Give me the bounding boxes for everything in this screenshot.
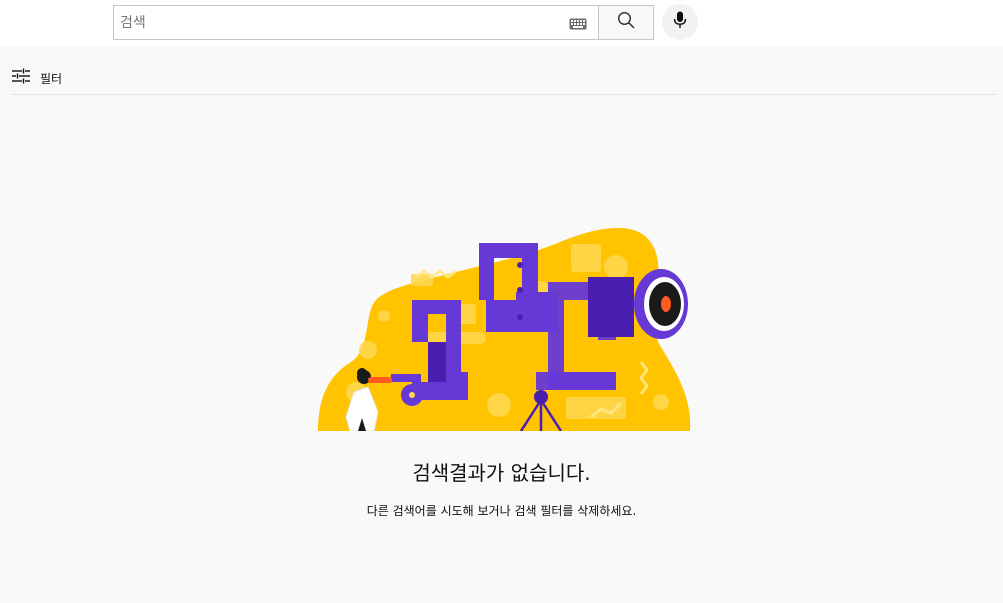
- search-icon: [617, 11, 635, 34]
- voice-search-button[interactable]: [662, 4, 698, 40]
- search-button[interactable]: [598, 5, 654, 40]
- tune-sliders-icon: [11, 68, 31, 89]
- keyboard-icon[interactable]: [569, 17, 587, 30]
- microphone-icon: [673, 11, 687, 34]
- filter-bar: 필터: [11, 64, 997, 95]
- filter-button[interactable]: 필터: [11, 68, 62, 88]
- top-bar: [0, 0, 1003, 46]
- search-input[interactable]: [114, 6, 554, 39]
- filter-label: 필터: [40, 71, 63, 86]
- empty-results-subtitle: 다른 검색어를 시도해 보거나 검색 필터를 삭제하세요.: [366, 504, 637, 518]
- telescope-empty-results-illustration: [316, 222, 692, 432]
- search-box[interactable]: [113, 5, 599, 40]
- empty-results-title: 검색결과가 없습니다.: [412, 461, 591, 485]
